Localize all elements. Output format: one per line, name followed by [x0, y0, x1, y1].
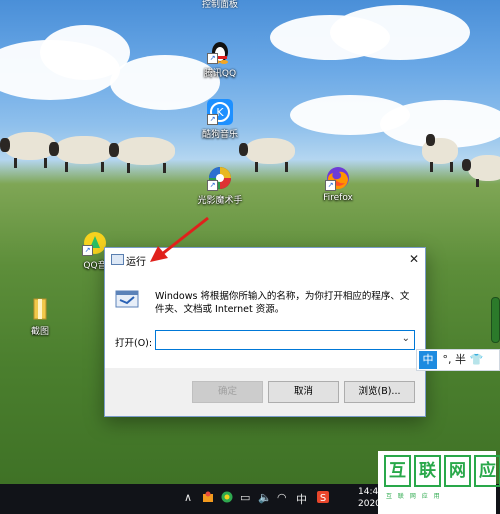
desktop-icon-label: 腾讯QQ	[203, 69, 237, 79]
watermark-logo: 互 联 网 应 互 联 网 应 用	[378, 451, 500, 514]
screenshot-folder-icon	[27, 296, 53, 322]
desktop-icon-label: 光影魔术手	[197, 196, 243, 206]
volume-icon[interactable]: 🔈	[258, 491, 272, 504]
ok-button[interactable]: 确定	[192, 381, 263, 403]
desktop-icon-screenshot-folder[interactable]: 截图	[5, 296, 75, 337]
run-dialog-titlebar[interactable]: 运行 ✕	[105, 248, 425, 270]
firefox-icon: ↗	[325, 165, 351, 191]
desktop-icon-firefox[interactable]: ↗ Firefox	[303, 165, 373, 203]
run-dialog[interactable]: 运行 ✕ Windows 将根据你所输入的名称，为你打开相应的程序、文件夹、文档…	[104, 247, 426, 417]
tshirt-skin-icon[interactable]: 👕	[470, 353, 484, 366]
qq-penguin-icon: ↗	[207, 38, 233, 64]
ime-indicator[interactable]: 中	[296, 491, 307, 507]
desktop-icon-label: 截图	[30, 327, 49, 337]
watermark-char: 联	[414, 455, 441, 487]
cloud	[330, 5, 470, 60]
open-combobox[interactable]: ⌄	[155, 330, 415, 350]
desktop-icon-kugou[interactable]: K ↗ 酷狗音乐	[185, 99, 255, 140]
open-label: 打开(O):	[115, 338, 153, 349]
side-panel-handle[interactable]	[491, 297, 500, 343]
browse-button[interactable]: 浏览(B)...	[344, 381, 415, 403]
chevron-up-icon[interactable]: ∧	[184, 491, 192, 504]
sogou-icon[interactable]: S	[317, 491, 329, 506]
desktop-icon-photo-editor[interactable]: ↗ 光影魔术手	[185, 165, 255, 206]
svg-text:S: S	[320, 493, 326, 503]
chevron-down-icon[interactable]: ⌄	[402, 333, 410, 344]
photo-editor-icon: ↗	[207, 165, 233, 191]
ime-extra-status[interactable]: °, 半	[443, 353, 467, 366]
run-description: Windows 将根据你所输入的名称，为你打开相应的程序、文件夹、文档或 Int…	[155, 291, 410, 315]
watermark-subtext: 互 联 网 应 用	[386, 493, 442, 500]
control-panel-label[interactable]: 控制面板	[196, 0, 244, 10]
close-icon[interactable]: ✕	[403, 248, 425, 270]
run-dialog-title: 运行	[126, 257, 146, 268]
desktop-icon-label: 酷狗音乐	[201, 130, 238, 140]
app-tray-icon[interactable]	[202, 491, 214, 506]
watermark-char: 互	[384, 455, 411, 487]
desktop-icon-qq[interactable]: ↗ 腾讯QQ	[185, 38, 255, 79]
desktop-icon-label: Firefox	[323, 193, 353, 203]
network-icon[interactable]: ◠	[277, 491, 287, 504]
battery-icon[interactable]: ▭	[240, 491, 250, 504]
run-window-icon	[111, 254, 124, 265]
ime-toolbar[interactable]: 中 °, 半 👕	[416, 349, 500, 371]
ime-mode-button[interactable]: 中	[419, 351, 437, 369]
green-app-tray-icon[interactable]	[221, 491, 233, 506]
watermark-char: 网	[444, 455, 471, 487]
watermark-char: 应	[474, 455, 500, 487]
cancel-button[interactable]: 取消	[268, 381, 339, 403]
kugou-music-icon: K ↗	[207, 99, 233, 125]
run-program-icon	[115, 289, 139, 309]
